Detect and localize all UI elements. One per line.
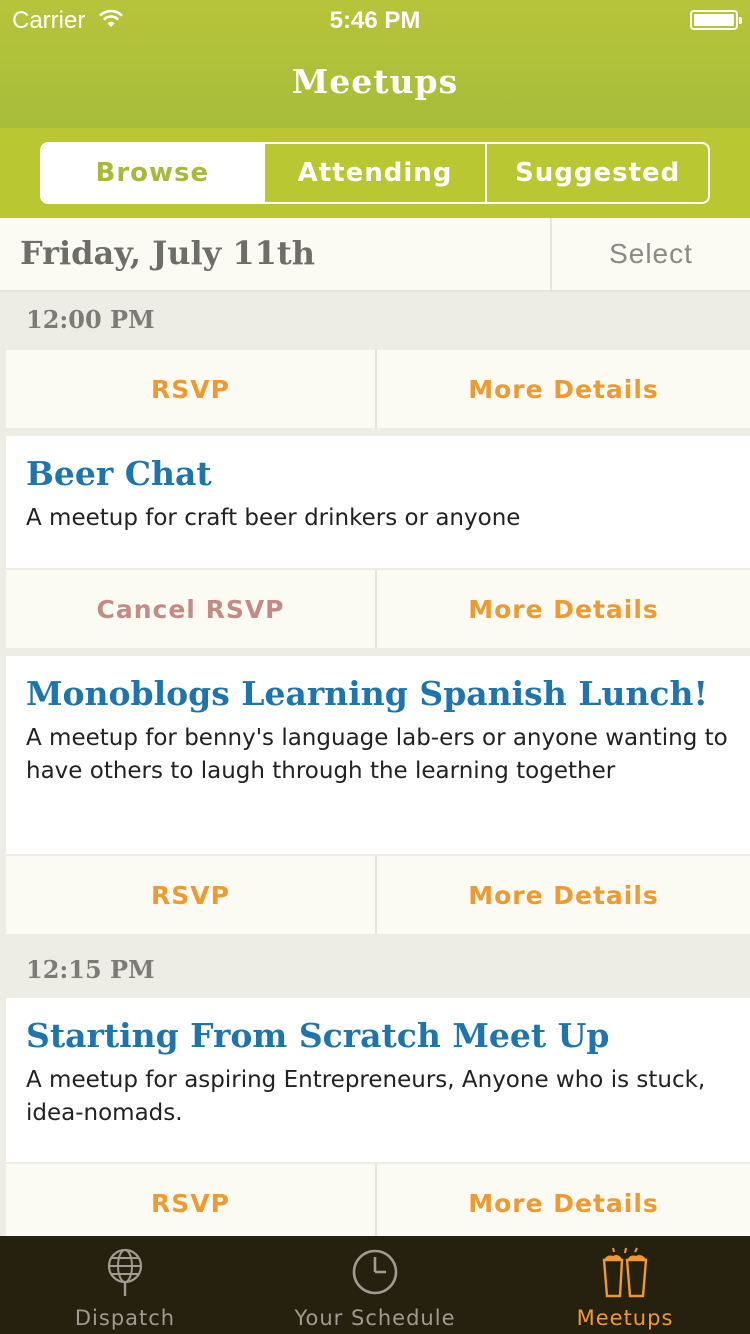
select-button[interactable]: Select [550,218,750,290]
more-details-button[interactable]: More Details [375,856,750,934]
meetup-description: A meetup for craft beer drinkers or anyo… [26,505,521,531]
tab-label: Dispatch [74,1306,176,1330]
tab-bar: Dispatch Your Schedule Meetups [0,1236,750,1334]
meetup-card[interactable]: Monoblogs Learning Spanish Lunch! A meet… [6,656,750,854]
meetup-actions: RSVP More Details [6,1164,750,1242]
meetup-actions: RSVP More Details [6,350,750,428]
meetup-title: Beer Chat [26,454,212,493]
segment-suggested[interactable]: Suggested [485,144,708,202]
cancel-rsvp-button[interactable]: Cancel RSVP [6,570,375,648]
time-section-header: 12:15 PM [26,955,155,984]
segment-attending[interactable]: Attending [262,144,486,202]
tab-your-schedule[interactable]: Your Schedule [250,1236,500,1334]
tab-meetups[interactable]: Meetups [500,1236,750,1334]
tab-dispatch[interactable]: Dispatch [0,1236,250,1334]
more-details-button[interactable]: More Details [375,1164,750,1242]
rsvp-button[interactable]: RSVP [6,1164,375,1242]
tab-label: Your Schedule [294,1306,456,1330]
segmented-control: Browse Attending Suggested [40,142,710,204]
time-section-header: 12:00 PM [26,305,155,334]
page-title: Meetups [291,62,459,101]
more-details-button[interactable]: More Details [375,570,750,648]
meetup-description: A meetup for benny's language lab-ers or… [26,725,728,784]
meetup-title: Monoblogs Learning Spanish Lunch! [26,674,708,713]
date-label: Friday, July 11th [20,234,315,272]
meetup-actions: RSVP More Details [6,856,750,934]
clock-icon [352,1249,398,1295]
meetup-description: A meetup for aspiring Entrepreneurs, Any… [26,1067,706,1126]
meetup-card[interactable]: Beer Chat A meetup for craft beer drinke… [6,436,750,568]
tab-label: Meetups [576,1306,674,1330]
meetup-card[interactable]: Starting From Scratch Meet Up A meetup f… [6,998,750,1162]
date-row: Friday, July 11th Select [0,218,750,292]
rsvp-button[interactable]: RSVP [6,350,375,428]
battery-icon [690,10,742,30]
meetup-title: Starting From Scratch Meet Up [26,1016,610,1055]
globe-icon [107,1248,143,1296]
beer-glasses-icon [602,1247,648,1298]
rsvp-button[interactable]: RSVP [6,856,375,934]
more-details-button[interactable]: More Details [375,350,750,428]
navigation-header: Carrier 5:46 PM Meetups Browse Attending… [0,0,750,218]
segment-browse[interactable]: Browse [42,144,263,202]
status-bar: Carrier 5:46 PM [0,0,750,40]
meetup-actions: Cancel RSVP More Details [6,570,750,648]
status-time: 5:46 PM [329,7,421,34]
